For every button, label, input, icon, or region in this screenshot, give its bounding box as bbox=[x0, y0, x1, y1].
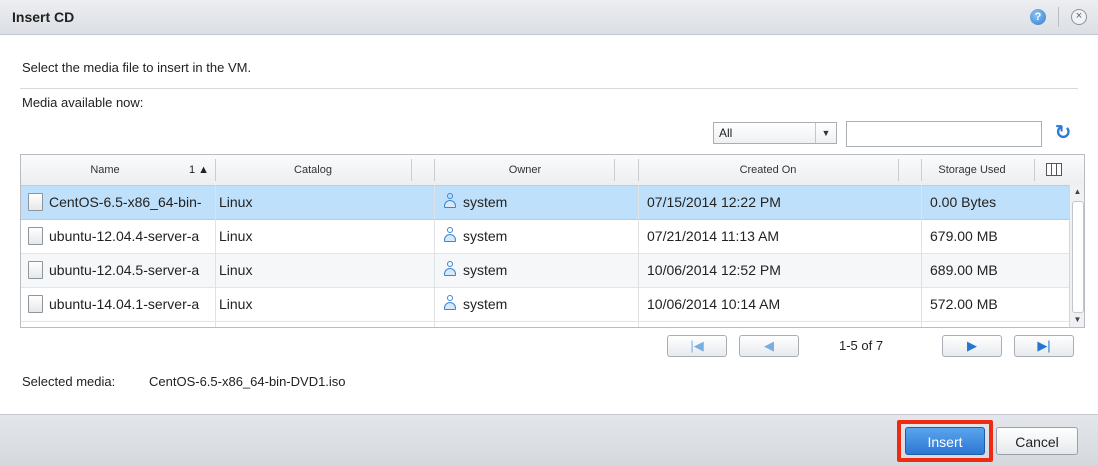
table-row[interactable]: ubuntu-14.04.1-server-a Linux system 10/… bbox=[21, 288, 1069, 322]
scroll-down-arrow[interactable]: ▼ bbox=[1070, 313, 1084, 327]
previous-page-button[interactable]: ◀ bbox=[739, 335, 799, 357]
cell-name: ubuntu-14.04.1-server-a bbox=[28, 288, 216, 321]
cell-created-on: 07/21/2014 11:13 AM bbox=[647, 228, 780, 244]
cell-storage-used: 572.00 MB bbox=[930, 296, 998, 312]
table-row[interactable]: CentOS-6.5-x86_64-bin- Linux system 07/1… bbox=[21, 186, 1069, 220]
cell-owner: system bbox=[443, 220, 623, 253]
cell-name: CentOS-6.5-x86_64-bin- bbox=[28, 186, 216, 219]
selected-media-value: CentOS-6.5-x86_64-bin-DVD1.iso bbox=[149, 374, 346, 389]
column-resizer[interactable] bbox=[898, 159, 899, 181]
cell-catalog: Linux bbox=[219, 194, 253, 210]
cell-owner: system bbox=[443, 254, 623, 287]
column-divider bbox=[434, 185, 435, 327]
filter-dropdown[interactable]: All ▼ bbox=[713, 122, 837, 144]
dialog-titlebar: Insert CD ? × bbox=[0, 0, 1098, 35]
media-name: ubuntu-14.04.1-server-a bbox=[49, 296, 200, 312]
help-icon[interactable]: ? bbox=[1030, 9, 1046, 25]
media-available-label: Media available now: bbox=[22, 95, 144, 110]
disc-file-icon bbox=[28, 261, 43, 280]
owner-name: system bbox=[463, 228, 508, 244]
vertical-scrollbar[interactable]: ▲ ▼ bbox=[1069, 185, 1084, 327]
cell-name: ubuntu-12.04.5-server-a bbox=[28, 254, 216, 287]
column-resizer[interactable] bbox=[614, 159, 615, 181]
column-divider bbox=[215, 185, 216, 327]
user-icon bbox=[443, 193, 457, 209]
first-page-button[interactable]: |◀ bbox=[667, 335, 727, 357]
refresh-icon[interactable]: ↻ bbox=[1053, 122, 1073, 144]
sort-indicator[interactable]: 1 ▲ bbox=[189, 155, 209, 185]
media-name: ubuntu-12.04.5-server-a bbox=[49, 262, 200, 278]
divider bbox=[20, 88, 1078, 89]
cell-storage-used: 0.00 Bytes bbox=[930, 194, 997, 210]
disc-file-icon bbox=[28, 227, 43, 246]
column-header-owner[interactable]: Owner bbox=[435, 155, 615, 185]
insert-button[interactable]: Insert bbox=[905, 427, 985, 455]
next-page-button[interactable]: ▶ bbox=[942, 335, 1002, 357]
column-chooser-icon[interactable] bbox=[1046, 163, 1062, 176]
scroll-thumb[interactable] bbox=[1072, 201, 1084, 313]
owner-name: system bbox=[463, 194, 508, 210]
cell-catalog: Linux bbox=[219, 228, 253, 244]
table-header: Name 1 ▲ Catalog Owner Created On Storag… bbox=[21, 155, 1084, 186]
column-divider bbox=[638, 185, 639, 327]
media-table: Name 1 ▲ Catalog Owner Created On Storag… bbox=[20, 154, 1085, 328]
user-icon bbox=[443, 227, 457, 243]
instruction-text: Select the media file to insert in the V… bbox=[22, 60, 252, 75]
cell-name: ubuntu-12.04.4-server-a bbox=[28, 220, 216, 253]
cell-storage-used: 689.00 MB bbox=[930, 262, 998, 278]
pagination-info: 1-5 of 7 bbox=[839, 338, 884, 353]
last-page-button[interactable]: ▶| bbox=[1014, 335, 1074, 357]
column-resizer[interactable] bbox=[411, 159, 412, 181]
filter-selected-value: All bbox=[719, 126, 733, 140]
cell-catalog: Linux bbox=[219, 296, 253, 312]
disc-file-icon bbox=[28, 295, 43, 314]
media-name: ubuntu-12.04.4-server-a bbox=[49, 228, 200, 244]
user-icon bbox=[443, 261, 457, 277]
cell-created-on: 07/15/2014 12:22 PM bbox=[647, 194, 781, 210]
dialog-title: Insert CD bbox=[12, 9, 75, 25]
cell-catalog: Linux bbox=[219, 262, 253, 278]
column-header-created-on[interactable]: Created On bbox=[639, 155, 897, 185]
scroll-up-arrow[interactable]: ▲ bbox=[1070, 185, 1084, 199]
cell-storage-used: 679.00 MB bbox=[930, 228, 998, 244]
disc-file-icon bbox=[28, 193, 43, 212]
column-divider bbox=[921, 185, 922, 327]
cancel-button[interactable]: Cancel bbox=[996, 427, 1078, 455]
table-row[interactable]: ubuntu-12.04.5-server-a Linux system 10/… bbox=[21, 254, 1069, 288]
selected-media-label: Selected media: bbox=[22, 374, 116, 389]
column-header-catalog[interactable]: Catalog bbox=[216, 155, 410, 185]
column-header-storage-used[interactable]: Storage Used bbox=[922, 155, 1022, 185]
table-row[interactable]: ubuntu-12.04.4-server-a Linux system 07/… bbox=[21, 220, 1069, 254]
column-header-name[interactable]: Name bbox=[21, 155, 189, 185]
cell-owner: system bbox=[443, 288, 623, 321]
cell-created-on: 10/06/2014 10:14 AM bbox=[647, 296, 781, 312]
owner-name: system bbox=[463, 262, 508, 278]
chevron-down-icon[interactable]: ▼ bbox=[815, 123, 836, 143]
owner-name: system bbox=[463, 296, 508, 312]
cell-created-on: 10/06/2014 12:52 PM bbox=[647, 262, 781, 278]
cell-owner: system bbox=[443, 186, 623, 219]
search-input[interactable] bbox=[846, 121, 1042, 147]
media-name: CentOS-6.5-x86_64-bin- bbox=[49, 194, 202, 210]
user-icon bbox=[443, 295, 457, 311]
close-icon[interactable]: × bbox=[1071, 9, 1087, 25]
titlebar-divider bbox=[1058, 7, 1059, 27]
column-resizer[interactable] bbox=[1034, 159, 1035, 181]
